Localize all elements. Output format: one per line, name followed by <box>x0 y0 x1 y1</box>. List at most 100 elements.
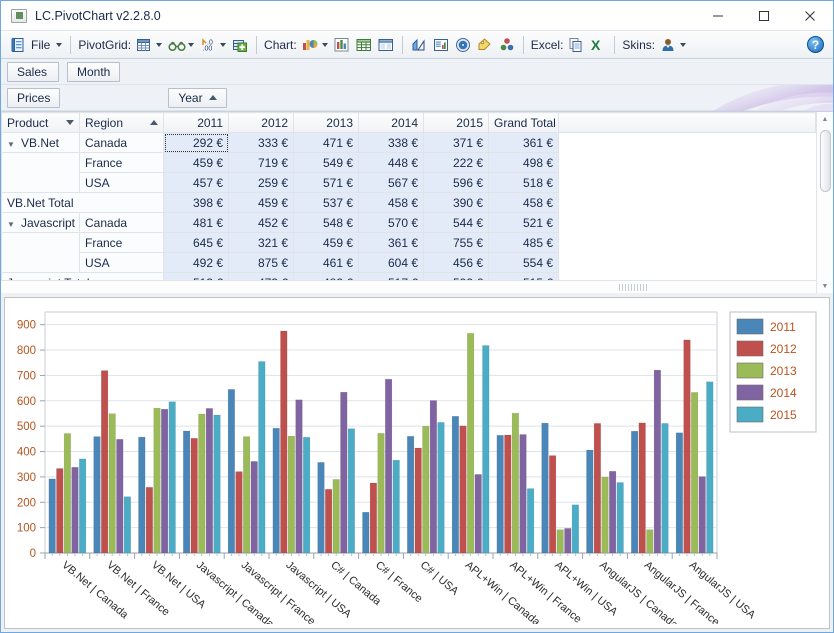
row-region-cell[interactable]: Canada <box>79 212 164 233</box>
bar[interactable] <box>198 413 206 554</box>
table-cell[interactable]: 333 € <box>228 132 294 153</box>
table-row[interactable]: ▼ VB.Net Canada 292 €333 €471 €338 €371 €36… <box>1 132 816 153</box>
table-cell[interactable]: 596 € <box>423 172 489 193</box>
bar[interactable] <box>325 489 333 554</box>
bar[interactable] <box>549 455 557 554</box>
bar[interactable] <box>48 478 56 554</box>
bar[interactable] <box>385 378 393 554</box>
table-cell[interactable]: 361 € <box>488 132 559 153</box>
field-sales[interactable]: Sales <box>7 61 59 82</box>
table-cell[interactable]: 719 € <box>228 152 294 173</box>
bar[interactable] <box>108 413 116 554</box>
table-cell[interactable]: 338 € <box>358 132 424 153</box>
table-cell[interactable]: 361 € <box>358 232 424 253</box>
table-cell[interactable]: 544 € <box>423 212 489 233</box>
table-cell[interactable]: 567 € <box>358 172 424 193</box>
scroll-down-icon[interactable]: ▼ <box>817 279 833 293</box>
bar[interactable] <box>646 529 654 554</box>
minimize-button[interactable] <box>695 1 741 31</box>
bar[interactable] <box>153 407 161 554</box>
bar[interactable] <box>706 381 714 554</box>
bar[interactable] <box>71 467 79 554</box>
bar[interactable] <box>303 437 311 554</box>
field-visibility-button[interactable] <box>165 34 197 56</box>
column-header-grand-total[interactable]: Grand Total <box>488 112 559 133</box>
disc-button[interactable] <box>452 34 474 56</box>
bar[interactable] <box>56 468 64 554</box>
bar[interactable] <box>474 474 482 554</box>
table-cell[interactable]: 461 € <box>293 252 359 273</box>
field-year[interactable]: Year <box>168 87 227 108</box>
bar[interactable] <box>168 401 176 554</box>
bar[interactable] <box>459 425 467 554</box>
table-cell[interactable]: 458 € <box>358 192 424 213</box>
bar[interactable] <box>661 423 669 554</box>
table-cell[interactable]: 459 € <box>293 232 359 253</box>
table-cell[interactable]: 875 € <box>228 252 294 273</box>
bar[interactable] <box>564 528 572 554</box>
table-row[interactable]: USA 457 €259 €571 €567 €596 €518 € <box>1 172 816 193</box>
row-product-cell[interactable] <box>1 172 80 193</box>
table-cell[interactable]: 537 € <box>293 192 359 213</box>
grid-vscroll-thumb[interactable] <box>820 130 831 192</box>
table-cell[interactable]: 398 € <box>163 192 229 213</box>
export-excel-button[interactable]: X <box>587 34 609 56</box>
maximize-button[interactable] <box>741 1 787 31</box>
table-cell[interactable]: 471 € <box>293 132 359 153</box>
columns-button[interactable] <box>375 34 397 56</box>
bar[interactable] <box>631 430 639 554</box>
row-region-cell[interactable]: USA <box>79 252 164 273</box>
table-cell[interactable]: 570 € <box>358 212 424 233</box>
grid-vertical-scrollbar[interactable]: ▲ ▼ <box>816 112 833 293</box>
bar[interactable] <box>519 434 527 554</box>
bar[interactable] <box>511 412 519 554</box>
bar[interactable] <box>571 504 579 554</box>
data-table-button[interactable] <box>353 34 375 56</box>
table-cell[interactable]: 485 € <box>488 232 559 253</box>
bar[interactable] <box>101 370 109 554</box>
bar[interactable] <box>63 433 71 554</box>
table-cell[interactable]: 457 € <box>163 172 229 193</box>
bar[interactable] <box>451 416 459 554</box>
expander-icon[interactable]: ▼ <box>7 220 17 229</box>
decimals-button[interactable]: .0 .00 <box>197 34 229 56</box>
table-cell[interactable]: 292 € <box>163 132 229 153</box>
region-field-header[interactable]: Region <box>79 112 164 133</box>
table-row[interactable]: VB.Net Total 398 €459 €537 €458 €390 €458… <box>1 192 816 213</box>
bar[interactable] <box>556 529 564 554</box>
row-product-cell[interactable]: ▼ Javascript <box>1 212 80 233</box>
column-header-2015[interactable]: 2015 <box>423 112 489 133</box>
bar[interactable] <box>93 436 101 554</box>
bar[interactable] <box>467 333 475 554</box>
area-chart-button[interactable] <box>408 34 430 56</box>
product-field-header[interactable]: Product <box>1 112 80 133</box>
bar[interactable] <box>586 449 594 554</box>
field-month[interactable]: Month <box>67 61 121 82</box>
copy-button[interactable] <box>565 34 587 56</box>
table-cell[interactable]: 390 € <box>423 192 489 213</box>
pivot-grid-body[interactable]: Product Region 2011 2012 2013 2014 2015 … <box>1 112 816 293</box>
table-cell[interactable]: 498 € <box>488 152 559 173</box>
bar[interactable] <box>638 422 646 554</box>
table-cell[interactable]: 492 € <box>163 252 229 273</box>
bar[interactable] <box>161 408 169 554</box>
table-cell[interactable]: 481 € <box>163 212 229 233</box>
table-cell[interactable]: 458 € <box>488 192 559 213</box>
bar[interactable] <box>145 487 153 554</box>
table-cell[interactable]: 456 € <box>423 252 489 273</box>
bar-chart-button[interactable] <box>331 34 353 56</box>
skin-selector-button[interactable] <box>657 34 689 56</box>
bar[interactable] <box>496 435 504 554</box>
bar[interactable] <box>609 471 617 554</box>
column-header-2013[interactable]: 2013 <box>293 112 359 133</box>
bar[interactable] <box>362 511 370 554</box>
bar[interactable] <box>593 423 601 554</box>
palette-button[interactable] <box>496 34 518 56</box>
column-header-2014[interactable]: 2014 <box>358 112 424 133</box>
table-cell[interactable]: 371 € <box>423 132 489 153</box>
bar[interactable] <box>377 433 385 554</box>
row-product-cell[interactable] <box>1 232 80 253</box>
bar[interactable] <box>116 439 124 554</box>
bar[interactable] <box>213 414 221 554</box>
grid-horizontal-scrollbar[interactable] <box>1 280 816 293</box>
